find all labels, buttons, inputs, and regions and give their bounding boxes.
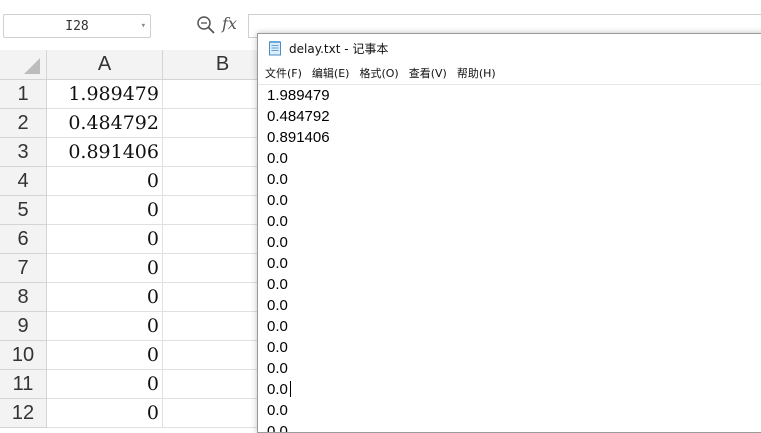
text-line-content: 0.0 xyxy=(267,192,288,209)
text-line-content: 0.0 xyxy=(267,255,288,272)
text-line-content: 0.0 xyxy=(267,297,288,314)
text-line-content: 0.0 xyxy=(267,360,288,377)
cell-a[interactable]: 0 xyxy=(47,399,163,428)
cell-a[interactable]: 0 xyxy=(47,196,163,225)
text-line-content: 0.0 xyxy=(267,213,288,230)
select-all-corner[interactable] xyxy=(0,50,47,80)
text-line-content: 0.0 xyxy=(267,234,288,251)
menu-format[interactable]: 格式(O) xyxy=(359,63,398,83)
text-line-content: 0.0 xyxy=(267,402,288,419)
text-line: 0.0 xyxy=(258,211,761,232)
row-header[interactable]: 6 xyxy=(0,225,47,254)
row-header[interactable]: 9 xyxy=(0,312,47,341)
row-header[interactable]: 5 xyxy=(0,196,47,225)
row-header[interactable]: 12 xyxy=(0,399,47,428)
text-caret xyxy=(289,381,291,397)
menu-bar: 文件(F) 编辑(E) 格式(O) 查看(V) 帮助(H) xyxy=(258,62,761,84)
text-line: 0.0 xyxy=(258,400,761,421)
zoom-icon[interactable] xyxy=(195,14,217,36)
text-line-content: 0.0 xyxy=(267,339,288,356)
text-line-content: 0.0 xyxy=(267,171,288,188)
notepad-window: delay.txt - 记事本 文件(F) 编辑(E) 格式(O) 查看(V) … xyxy=(257,33,761,433)
name-box[interactable]: I28 ▾ xyxy=(3,14,151,38)
cell-a[interactable]: 1.989479 xyxy=(47,80,163,109)
notepad-icon xyxy=(269,41,281,56)
cell-a[interactable]: 0 xyxy=(47,167,163,196)
text-line: 0.0 xyxy=(258,379,761,400)
cell-a[interactable]: 0.484792 xyxy=(47,109,163,138)
text-line: 0.0 xyxy=(258,295,761,316)
cell-a[interactable]: 0 xyxy=(47,312,163,341)
text-line: 0.0 xyxy=(258,358,761,379)
row-header[interactable]: 7 xyxy=(0,254,47,283)
notepad-titlebar[interactable]: delay.txt - 记事本 xyxy=(258,34,761,62)
cell-a[interactable]: 0 xyxy=(47,254,163,283)
text-editor[interactable]: 1.989479 0.484792 0.891406 0.0 0.0 0.0 0.0 0.0 0… xyxy=(258,84,761,432)
text-line: 0.0 xyxy=(258,232,761,253)
row-header[interactable]: 1 xyxy=(0,80,47,109)
cell-a[interactable]: 0 xyxy=(47,283,163,312)
cell-a[interactable]: 0 xyxy=(47,341,163,370)
text-line: 0.0 xyxy=(258,316,761,337)
row-header[interactable]: 2 xyxy=(0,109,47,138)
text-line-content: 0.0 xyxy=(267,150,288,167)
row-header[interactable]: 10 xyxy=(0,341,47,370)
text-line: 0.0 xyxy=(258,169,761,190)
menu-edit[interactable]: 编辑(E) xyxy=(312,63,350,83)
column-header-a[interactable]: A xyxy=(47,50,163,80)
text-line-content: 0.891406 xyxy=(267,129,330,146)
text-line: 0.484792 xyxy=(258,106,761,127)
cell-a[interactable]: 0 xyxy=(47,225,163,254)
text-line: 0.0 xyxy=(258,148,761,169)
text-line: 0.891406 xyxy=(258,127,761,148)
text-line: 0.0 xyxy=(258,337,761,358)
text-line-content: 0.0 xyxy=(267,423,288,432)
text-line-content: 0.0 xyxy=(267,381,288,398)
select-all-icon xyxy=(24,58,40,74)
row-header[interactable]: 11 xyxy=(0,370,47,399)
row-header[interactable]: 4 xyxy=(0,167,47,196)
text-line: 0.0 xyxy=(258,274,761,295)
text-line: 0.0 xyxy=(258,253,761,274)
row-header[interactable]: 8 xyxy=(0,283,47,312)
text-line-content: 0.484792 xyxy=(267,108,330,125)
cell-a[interactable]: 0 xyxy=(47,370,163,399)
text-line: 1.989479 xyxy=(258,85,761,106)
window-title: delay.txt - 记事本 xyxy=(289,41,389,56)
row-header[interactable]: 3 xyxy=(0,138,47,167)
menu-file[interactable]: 文件(F) xyxy=(265,63,302,83)
text-line-content: 1.989479 xyxy=(267,87,330,104)
text-line-content: 0.0 xyxy=(267,318,288,335)
chevron-down-icon[interactable]: ▾ xyxy=(141,21,146,31)
fx-icon[interactable]: fx xyxy=(222,14,237,33)
cell-a[interactable]: 0.891406 xyxy=(47,138,163,167)
text-line-content: 0.0 xyxy=(267,276,288,293)
menu-view[interactable]: 查看(V) xyxy=(409,63,447,83)
text-line: 0.0 xyxy=(258,190,761,211)
menu-help[interactable]: 帮助(H) xyxy=(457,63,496,83)
name-box-value: I28 xyxy=(65,18,89,34)
